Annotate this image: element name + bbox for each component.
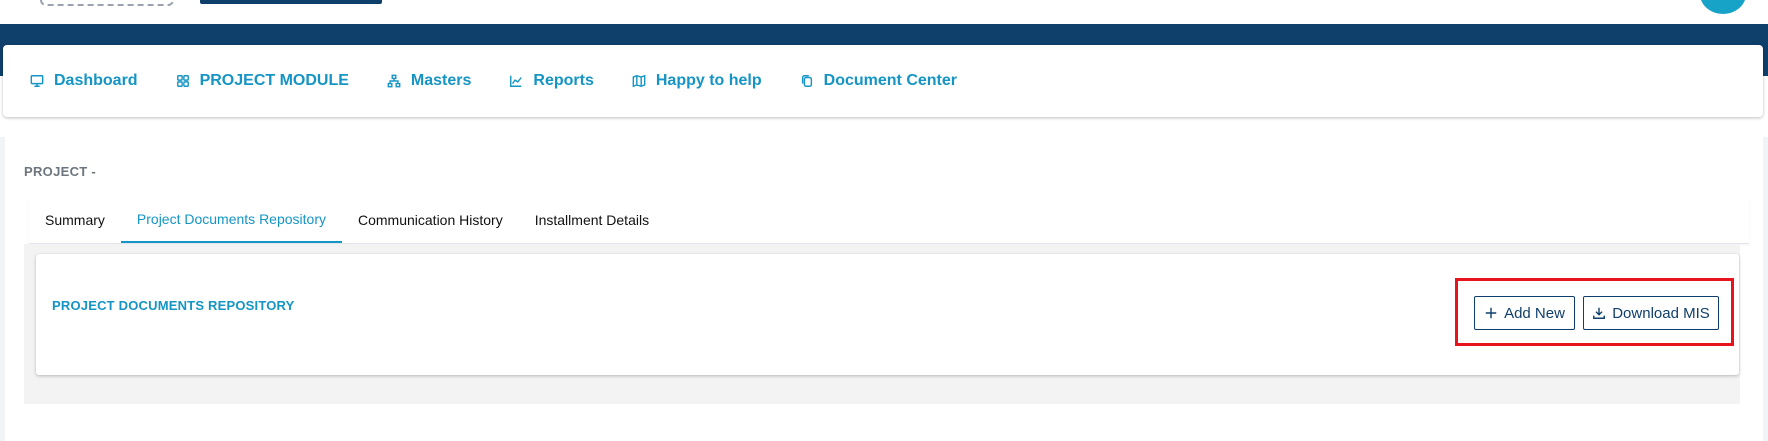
avatar[interactable] (1700, 0, 1746, 14)
nav-item-label: Masters (410, 72, 472, 89)
nav-item-label: Reports (533, 72, 594, 89)
tab-project-documents-repository[interactable]: Project Documents Repository (120, 197, 342, 243)
page-title: PROJECT - (24, 164, 97, 179)
tab-bar: Summary Project Documents Repository Com… (29, 197, 1749, 244)
monitor-icon (30, 75, 44, 87)
chart-icon (510, 75, 523, 87)
map-icon (632, 74, 646, 88)
tab-communication-history[interactable]: Communication History (342, 197, 519, 243)
tab-summary[interactable]: Summary (29, 197, 121, 243)
grid-icon (176, 75, 189, 87)
header-button[interactable] (200, 0, 382, 4)
nav-item-document-center[interactable]: Document Center (800, 72, 957, 90)
main-nav: Dashboard PROJECT MODULE Masters Reports… (3, 45, 1763, 117)
copy-icon (801, 75, 812, 87)
download-mis-label: Download MIS (1612, 304, 1710, 322)
add-new-label: Add New (1504, 304, 1565, 322)
nav-item-dashboard[interactable]: Dashboard (30, 72, 138, 90)
nav-item-project-module[interactable]: PROJECT MODULE (176, 72, 349, 90)
nav-item-label: Dashboard (54, 72, 138, 89)
sitemap-icon (387, 74, 401, 88)
logo-placeholder (40, 0, 174, 6)
download-mis-button[interactable]: Download MIS (1583, 296, 1719, 330)
plus-icon (1485, 307, 1497, 319)
nav-item-happy-to-help[interactable]: Happy to help (632, 72, 762, 90)
add-new-button[interactable]: Add New (1474, 296, 1575, 330)
download-icon (1593, 307, 1606, 319)
nav-item-reports[interactable]: Reports (509, 72, 594, 90)
nav-item-label: Happy to help (655, 72, 762, 89)
nav-item-masters[interactable]: Masters (387, 72, 471, 90)
nav-item-label: Document Center (823, 72, 957, 89)
top-header (0, 0, 1768, 24)
tab-installment-details[interactable]: Installment Details (519, 197, 665, 243)
nav-item-label: PROJECT MODULE (199, 72, 349, 89)
panel-title: PROJECT DOCUMENTS REPOSITORY (52, 298, 295, 313)
